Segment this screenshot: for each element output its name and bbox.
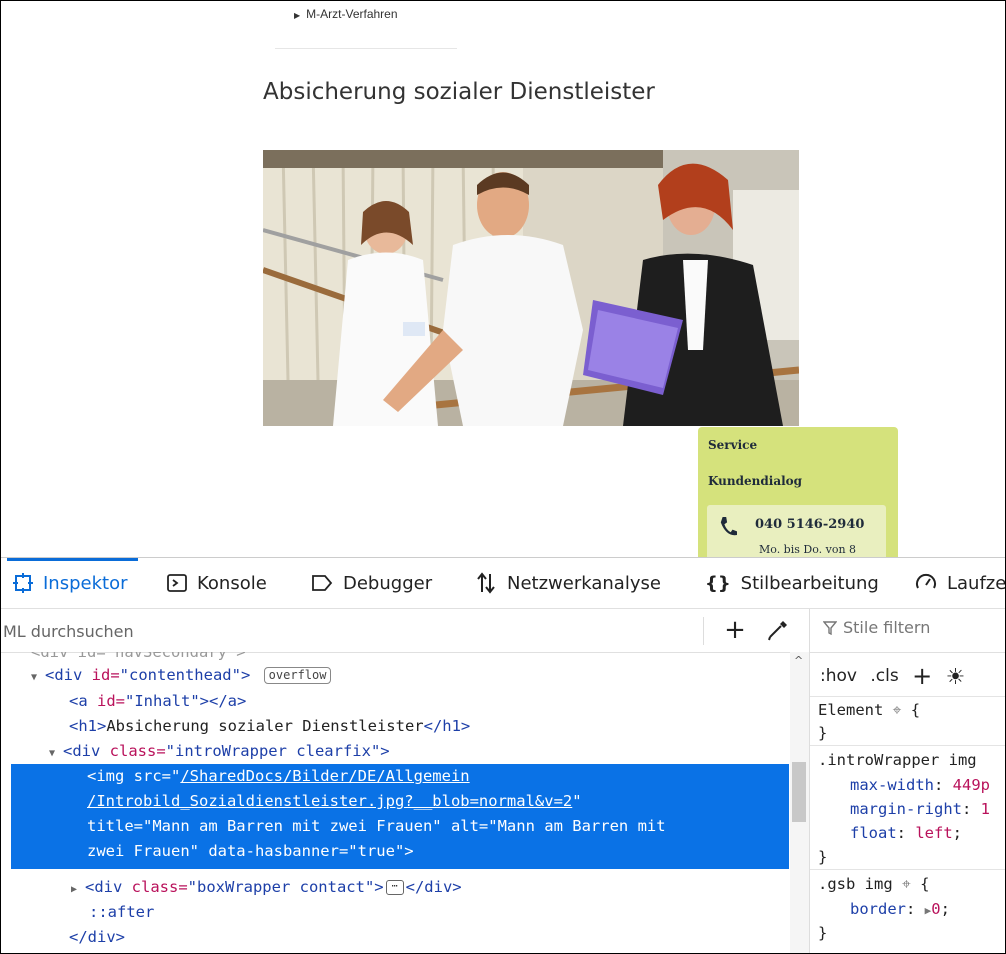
tab-style-editor-label: Stilbearbeitung: [740, 572, 879, 594]
tab-console-label: Konsole: [197, 572, 267, 594]
nav-item-label: M-Arzt-Verfahren: [306, 7, 398, 21]
markup-line-h1[interactable]: <h1>Absicherung sozialer Dienstleister</…: [69, 714, 470, 738]
rule-decl-margin-right[interactable]: margin-right: 1: [850, 797, 990, 821]
markup-line-anchor[interactable]: <a id="Inhalt"></a>: [69, 689, 246, 713]
html-search-input[interactable]: [3, 617, 693, 645]
rule-gsb-close: }: [818, 924, 828, 942]
rule-element-close: }: [818, 724, 828, 742]
opening-hours: Mo. bis Do. von 8: [759, 543, 857, 556]
service-box: Service Kundendialog 040 5146-2940 Mo. b…: [698, 427, 898, 557]
rules-divider: [810, 745, 1005, 746]
triangle-right-icon: ▶: [294, 11, 301, 20]
expanded-twisty-icon[interactable]: ▼: [49, 742, 63, 766]
markup-line-boxwrapper[interactable]: ▶ <div class="boxWrapper contact"> ⋯ </div>: [71, 875, 462, 899]
rule-gsb-selector[interactable]: .gsb img ⌖ {: [818, 872, 929, 896]
markup-line-img-4: zwei Frauen" data-hasbanner="true">: [87, 842, 414, 860]
braces-icon: {}: [705, 572, 731, 594]
markup-toolbar: + Stile filtern: [1, 609, 1005, 653]
scrollbar-thumb[interactable]: [792, 762, 806, 822]
rules-divider: [810, 696, 1005, 697]
browser-frame: ▶ M-Arzt-Verfahren Absicherung sozialer D…: [0, 0, 1006, 954]
markup-line-img-3: title="Mann am Barren mit zwei Frauen" a…: [87, 817, 666, 835]
tab-console[interactable]: Konsole: [167, 558, 267, 608]
light-theme-icon[interactable]: ☀: [946, 665, 966, 690]
tab-network-label: Netzwerkanalyse: [507, 572, 661, 594]
nav-divider: [275, 48, 457, 49]
markup-line-contenthead[interactable]: ▼ <div id="contenthead"> overflow: [31, 663, 332, 690]
rule-introwrapper-selector[interactable]: .introWrapper img: [818, 748, 977, 772]
collapsed-twisty-icon[interactable]: ▶: [71, 878, 85, 902]
rule-element-header[interactable]: Element ⌖ {: [818, 698, 920, 722]
inspector-icon: [13, 573, 33, 593]
ellipsis-icon[interactable]: ⋯: [385, 880, 404, 895]
styles-filter-placeholder: Stile filtern: [843, 618, 931, 637]
add-rule-icon[interactable]: +: [912, 662, 932, 690]
devtools-tabbar: Inspektor Konsole Debugger Netzwerkanaly…: [1, 558, 1005, 609]
tab-inspector-label: Inspektor: [43, 572, 128, 594]
markup-line-img-2: /Introbild_Sozialdienstleister.jpg?__blo…: [87, 792, 582, 810]
rules-pane: :hov .cls + ☀ Element ⌖ { } .introWrappe…: [810, 652, 1005, 953]
rule-introwrapper-close: }: [818, 848, 828, 866]
scroll-up-icon[interactable]: ^: [794, 654, 803, 667]
rules-toolbar: :hov .cls + ☀: [820, 662, 973, 690]
toolbar-divider: [703, 617, 704, 645]
devtools-panel: Inspektor Konsole Debugger Netzwerkanaly…: [1, 557, 1005, 953]
rule-decl-max-width[interactable]: max-width: 449p: [850, 773, 990, 797]
phone-number[interactable]: 040 5146-2940: [755, 517, 864, 532]
service-heading: Service: [708, 438, 758, 452]
markup-scrollbar[interactable]: ^: [790, 652, 809, 953]
tab-style-editor[interactable]: {} Stilbearbeitung: [705, 558, 879, 608]
markup-line-after[interactable]: ::after: [89, 900, 154, 924]
add-node-button[interactable]: +: [723, 617, 747, 643]
styles-filter[interactable]: Stile filtern: [823, 618, 930, 637]
contact-card: 040 5146-2940 Mo. bis Do. von 8: [707, 505, 886, 557]
rule-decl-float[interactable]: float: left;: [850, 821, 962, 845]
eyedropper-icon[interactable]: [767, 619, 789, 641]
tab-performance[interactable]: Laufze: [915, 558, 1006, 608]
rules-divider: [810, 869, 1005, 870]
target-icon[interactable]: ⌖: [893, 701, 902, 719]
tab-network[interactable]: Netzwerkanalyse: [475, 558, 661, 608]
rule-decl-border[interactable]: border: ▶0;: [850, 897, 950, 921]
cls-toggle[interactable]: .cls: [870, 666, 898, 686]
tab-debugger-label: Debugger: [343, 572, 433, 594]
network-icon: [477, 572, 495, 594]
target-icon[interactable]: ⌖: [902, 875, 911, 893]
expanded-twisty-icon[interactable]: ▼: [31, 666, 45, 690]
nav-item-m-arzt[interactable]: ▶ M-Arzt-Verfahren: [294, 7, 398, 21]
debugger-icon: [312, 575, 333, 591]
intro-image: [263, 150, 799, 426]
selected-node-img[interactable]: <img src="/SharedDocs/Bilder/DE/Allgemei…: [11, 764, 789, 869]
markup-line-close-div[interactable]: </div>: [69, 925, 125, 949]
markup-line-introwrapper[interactable]: ▼ <div class="introWrapper clearfix">: [49, 739, 390, 763]
overflow-badge[interactable]: overflow: [263, 667, 332, 684]
performance-icon: [916, 573, 936, 589]
hov-toggle[interactable]: :hov: [820, 666, 857, 686]
filter-icon: [823, 620, 837, 635]
page-title: Absicherung sozialer Dienstleister: [263, 79, 655, 105]
tab-performance-label: Laufze: [947, 572, 1006, 594]
tab-debugger[interactable]: Debugger: [311, 558, 432, 608]
phone-icon: [720, 517, 737, 536]
tab-inspector[interactable]: Inspektor: [7, 558, 137, 608]
service-subheading: Kundendialog: [708, 474, 803, 488]
page-viewport: ▶ M-Arzt-Verfahren Absicherung sozialer D…: [1, 1, 1005, 557]
console-icon: [167, 574, 187, 592]
markup-tree: <div id="navSecondary"> ▼ <div id="conten…: [1, 652, 809, 953]
markup-line-img-1: <img src="/SharedDocs/Bilder/DE/Allgemei…: [87, 767, 470, 785]
